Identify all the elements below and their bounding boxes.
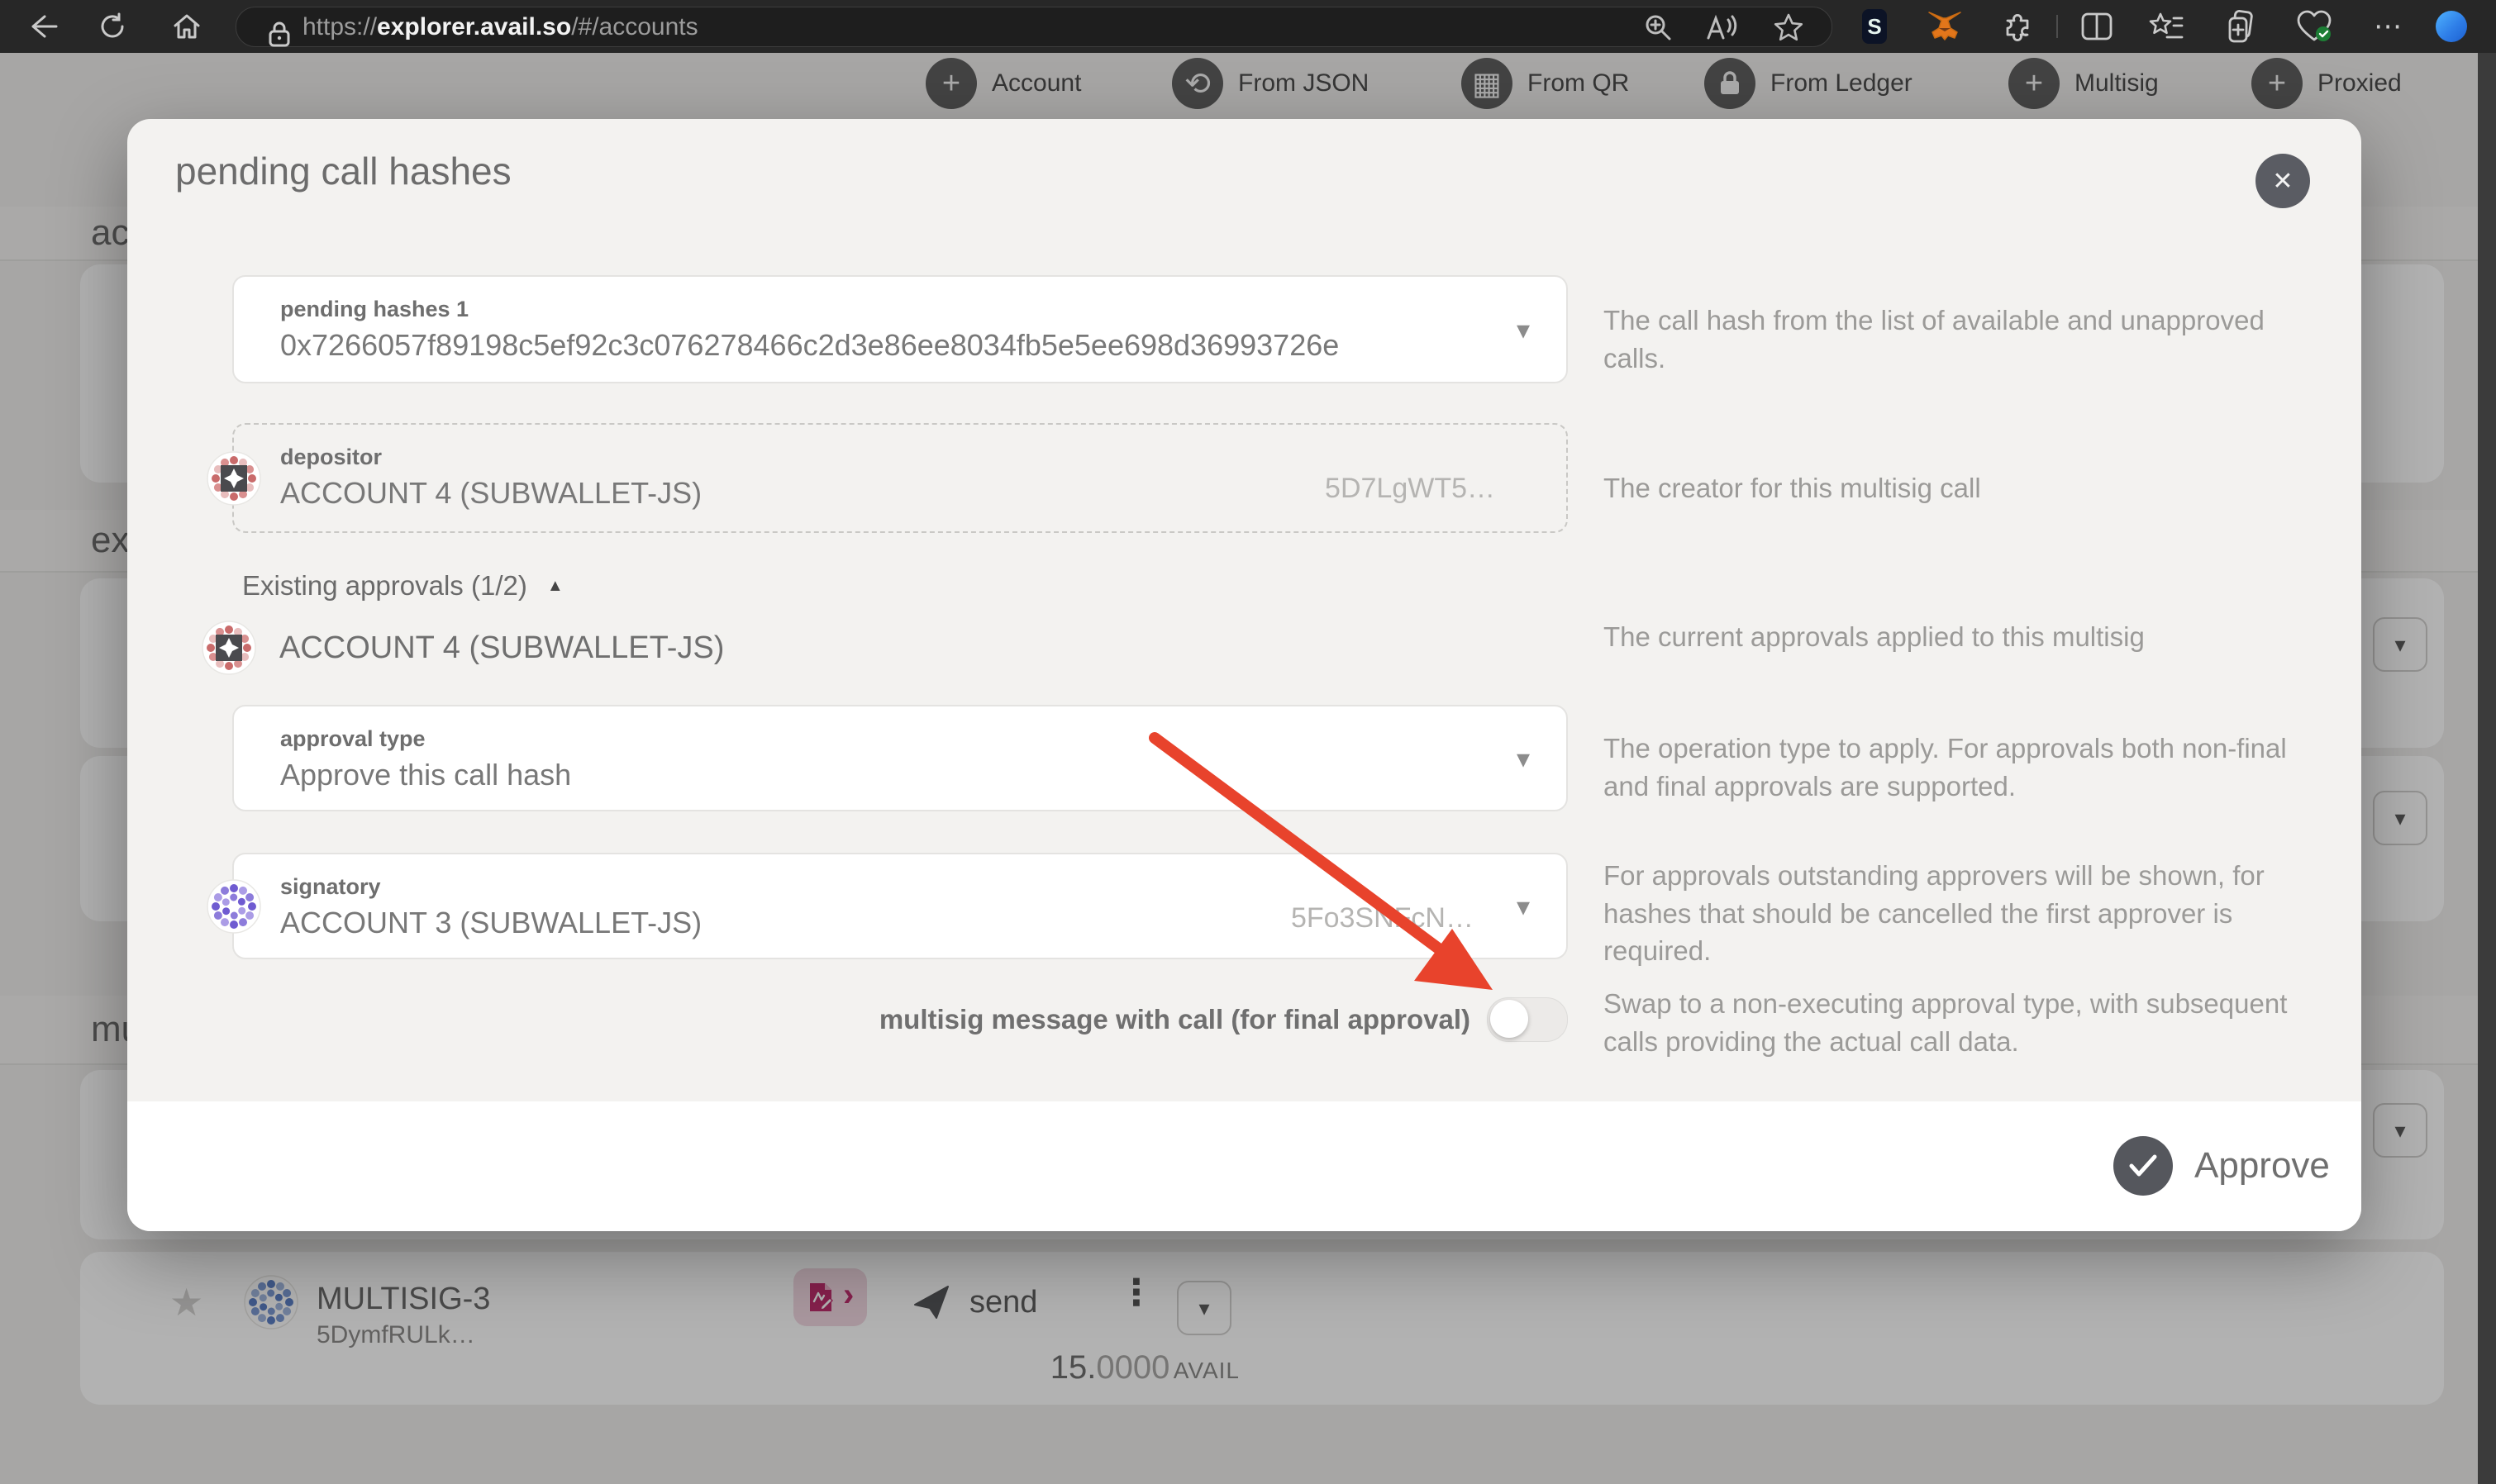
- modal-footer: Approve: [127, 1101, 2361, 1231]
- toolbar-divider: [2056, 15, 2058, 38]
- settings-more-icon[interactable]: ⋯: [2369, 0, 2408, 53]
- signatory-identicon: [207, 879, 261, 934]
- help-operation-type: The operation type to apply. For approva…: [1603, 730, 2322, 805]
- screen: https://explorer.avail.so/#/accounts S: [0, 0, 2496, 1484]
- window-edge: [2478, 53, 2496, 1484]
- extensions-puzzle-icon[interactable]: [1998, 0, 2036, 53]
- approval-type-label: approval type: [280, 726, 426, 752]
- existing-approvals-header[interactable]: Existing approvals (1/2) ▲: [242, 570, 564, 602]
- copilot-icon[interactable]: [2432, 0, 2471, 53]
- browser-toolbar: https://explorer.avail.so/#/accounts S: [0, 0, 2496, 53]
- split-screen-icon[interactable]: [2078, 0, 2116, 53]
- back-icon[interactable]: [23, 0, 63, 53]
- pending-hashes-select[interactable]: pending hashes 1 0x7266057f89198c5ef92c3…: [232, 275, 1568, 383]
- approver-name: ACCOUNT 4 (SUBWALLET-JS): [279, 630, 724, 666]
- toggle-knob: [1490, 1000, 1528, 1038]
- duplicate-tab-icon[interactable]: [2222, 0, 2260, 53]
- final-approval-toggle-row: multisig message with call (for final ap…: [232, 996, 1568, 1043]
- signatory-select[interactable]: signatory ACCOUNT 3 (SUBWALLET-JS) 5Fo3S…: [232, 853, 1568, 959]
- modal-title: pending call hashes: [175, 149, 512, 193]
- approve-button[interactable]: Approve: [2113, 1136, 2330, 1196]
- approval-type-value: Approve this call hash: [280, 758, 571, 792]
- approval-type-select[interactable]: approval type Approve this call hash ▾: [232, 705, 1568, 811]
- refresh-icon[interactable]: [93, 0, 132, 53]
- collections-icon[interactable]: [2147, 0, 2185, 53]
- check-icon: [2113, 1136, 2173, 1196]
- help-outstanding-approvers: For approvals outstanding approvers will…: [1603, 857, 2322, 970]
- depositor-label: depositor: [280, 445, 382, 470]
- chevron-down-icon: ▾: [1517, 314, 1530, 345]
- depositor-value: ACCOUNT 4 (SUBWALLET-JS): [280, 476, 702, 511]
- pending-hashes-label: pending hashes 1: [280, 297, 469, 322]
- favorite-star-icon[interactable]: [1764, 7, 1813, 46]
- toggle-label: multisig message with call (for final ap…: [879, 1004, 1470, 1035]
- pending-hashes-value: 0x7266057f89198c5ef92c3c076278466c2d3e86…: [280, 328, 1339, 363]
- home-icon[interactable]: [167, 0, 207, 53]
- chevron-down-icon: ▾: [1517, 891, 1530, 922]
- chevron-down-icon: ▾: [1517, 743, 1530, 774]
- depositor-address: 5D7LgWT5…: [1325, 473, 1495, 505]
- collapse-icon[interactable]: ▲: [547, 577, 564, 596]
- url-domain: explorer.avail.so: [377, 13, 571, 41]
- help-creator: The creator for this multisig call: [1603, 469, 2322, 507]
- browser-essentials-icon[interactable]: [2294, 0, 2334, 53]
- approver-identicon: [202, 621, 256, 675]
- url-path: /#/accounts: [571, 13, 698, 41]
- metamask-extension-icon[interactable]: [1926, 0, 1964, 53]
- signatory-value: ACCOUNT 3 (SUBWALLET-JS): [280, 906, 702, 940]
- page-background: + Account ⟲ From JSON ▦ From QR From Led…: [0, 53, 2496, 1484]
- help-call-hash: The call hash from the list of available…: [1603, 302, 2322, 377]
- multisig-message-toggle[interactable]: [1487, 997, 1568, 1042]
- address-bar[interactable]: https://explorer.avail.so/#/accounts: [236, 7, 1832, 47]
- subwallet-extension-icon[interactable]: S: [1856, 0, 1893, 53]
- depositor-identicon: [207, 451, 261, 506]
- signatory-label: signatory: [280, 874, 381, 900]
- close-button[interactable]: ✕: [2255, 154, 2310, 208]
- help-swap-approval: Swap to a non-executing approval type, w…: [1603, 985, 2322, 1060]
- approver-row: ACCOUNT 4 (SUBWALLET-JS): [202, 621, 724, 675]
- url-text[interactable]: https://explorer.avail.so/#/accounts: [302, 7, 698, 46]
- read-aloud-icon[interactable]: [1698, 7, 1747, 46]
- existing-approvals-label: Existing approvals (1/2): [242, 570, 527, 602]
- lock-icon: [263, 7, 296, 60]
- signatory-address: 5Fo3SNFcN…: [1291, 902, 1474, 935]
- approve-label: Approve: [2194, 1145, 2330, 1187]
- url-prefix: https://: [302, 13, 377, 41]
- depositor-field: depositor ACCOUNT 4 (SUBWALLET-JS) 5D7Lg…: [232, 423, 1568, 533]
- zoom-icon[interactable]: [1633, 7, 1683, 46]
- pending-call-hashes-modal: pending call hashes ✕ pending hashes 1 0…: [127, 119, 2361, 1231]
- help-current-approvals: The current approvals applied to this mu…: [1603, 618, 2322, 656]
